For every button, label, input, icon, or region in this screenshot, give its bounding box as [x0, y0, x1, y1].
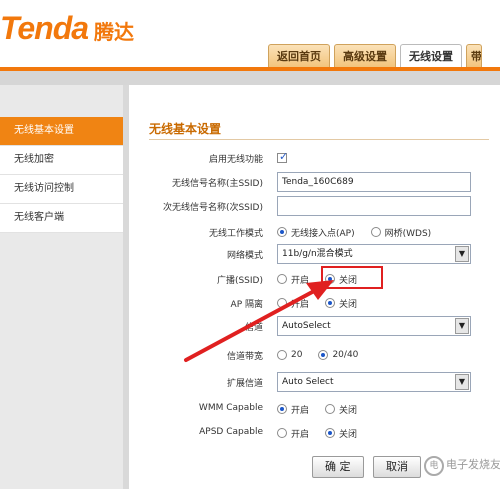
- work-mode-ap-radio[interactable]: [277, 227, 287, 237]
- channel-select[interactable]: AutoSelect ▼: [277, 316, 471, 336]
- row-network-mode: 网络模式 11b/g/n混合模式 ▼: [129, 243, 500, 265]
- highlight-box: [321, 266, 383, 289]
- ext-channel-select[interactable]: Auto Select ▼: [277, 372, 471, 392]
- bandwidth-label: 信道带宽: [226, 352, 263, 362]
- broadcast-label: 广播(SSID): [216, 276, 263, 286]
- row-ap-isolation: AP 隔离 开启 关闭: [129, 292, 500, 314]
- logo-text: Tenda: [0, 10, 89, 46]
- top-tabs: 返回首页 高级设置 无线设置 带: [268, 44, 482, 68]
- check-icon: ✓: [279, 150, 289, 163]
- ap-isolation-label: AP 隔离: [230, 300, 263, 310]
- tenda-logo: Tenda 腾达: [0, 10, 134, 46]
- wmm-label: WMM Capable: [198, 403, 263, 413]
- sidebar-item-basic[interactable]: 无线基本设置: [0, 117, 123, 146]
- ap-isolation-on-radio[interactable]: [277, 298, 287, 308]
- logo-cn-text: 腾达: [94, 20, 135, 44]
- apsd-off-radio[interactable]: [325, 428, 336, 438]
- row-ssid-primary: 无线信号名称(主SSID) Tenda_160C689: [129, 171, 500, 193]
- ssid-primary-input[interactable]: Tenda_160C689: [277, 172, 471, 192]
- ext-channel-label: 扩展信道: [226, 379, 263, 389]
- dropdown-arrow-icon[interactable]: ▼: [455, 246, 469, 262]
- cancel-button[interactable]: 取消: [373, 456, 421, 478]
- confirm-button[interactable]: 确 定: [312, 456, 364, 478]
- row-apsd: APSD Capable 开启 关闭: [129, 422, 500, 444]
- work-mode-label: 无线工作模式: [208, 229, 263, 239]
- tab-wireless[interactable]: 无线设置: [400, 44, 462, 68]
- header-gray-band: [0, 71, 500, 85]
- row-broadcast: 广播(SSID) 开启 关闭: [129, 268, 500, 290]
- channel-value: AutoSelect: [282, 321, 331, 331]
- dropdown-arrow-icon[interactable]: ▼: [455, 318, 469, 334]
- row-channel: 信道 AutoSelect ▼: [129, 315, 500, 337]
- watermark-logo: 电: [424, 456, 444, 476]
- ssid-primary-label: 无线信号名称(主SSID): [171, 179, 263, 189]
- sidebar-item-access-control[interactable]: 无线访问控制: [0, 175, 123, 204]
- row-wmm: WMM Capable 开启 关闭: [129, 398, 500, 420]
- wmm-on-radio[interactable]: [277, 404, 287, 414]
- bandwidth-20-label: 20: [291, 350, 303, 360]
- sidebar-item-clients[interactable]: 无线客户端: [0, 204, 123, 233]
- bandwidth-20-radio[interactable]: [277, 350, 287, 360]
- broadcast-on-label: 开启: [291, 275, 310, 286]
- wmm-on-label: 开启: [291, 405, 310, 416]
- sidebar-item-encryption[interactable]: 无线加密: [0, 146, 123, 175]
- ext-channel-value: Auto Select: [282, 377, 334, 387]
- enable-wireless-label: 启用无线功能: [208, 155, 263, 165]
- work-mode-wds-radio[interactable]: [370, 227, 381, 237]
- network-mode-value: 11b/g/n混合模式: [282, 249, 353, 259]
- row-bandwidth: 信道带宽 20 20/40: [129, 344, 500, 366]
- tab-bandwidth[interactable]: 带: [466, 44, 482, 68]
- row-ssid-secondary: 次无线信号名称(次SSID): [129, 195, 500, 217]
- ap-isolation-off-radio[interactable]: [325, 298, 336, 308]
- row-ext-channel: 扩展信道 Auto Select ▼: [129, 371, 500, 393]
- section-divider: [149, 139, 489, 140]
- work-mode-wds-label: 网桥(WDS): [384, 228, 432, 239]
- tab-advanced[interactable]: 高级设置: [334, 44, 396, 68]
- channel-label: 信道: [244, 323, 263, 333]
- tab-home[interactable]: 返回首页: [268, 44, 330, 68]
- dropdown-arrow-icon[interactable]: ▼: [455, 374, 469, 390]
- main-panel: 无线基本设置 启用无线功能 ✓ 无线信号名称(主SSID) Tenda_160C…: [129, 85, 500, 489]
- ap-isolation-on-label: 开启: [291, 299, 310, 310]
- row-enable-wireless: 启用无线功能 ✓: [129, 147, 500, 169]
- watermark: 电 电子发烧友: [424, 452, 500, 482]
- watermark-text: 电子发烧友: [446, 458, 500, 471]
- wmm-off-label: 关闭: [339, 405, 358, 416]
- work-mode-ap-label: 无线接入点(AP): [291, 228, 355, 239]
- apsd-off-label: 关闭: [339, 429, 358, 440]
- enable-wireless-checkbox[interactable]: ✓: [277, 150, 289, 163]
- sidebar: 无线基本设置 无线加密 无线访问控制 无线客户端: [0, 117, 123, 233]
- apsd-label: APSD Capable: [199, 427, 263, 437]
- network-mode-select[interactable]: 11b/g/n混合模式 ▼: [277, 244, 471, 264]
- section-title: 无线基本设置: [149, 122, 222, 136]
- row-work-mode: 无线工作模式 无线接入点(AP) 网桥(WDS): [129, 221, 500, 243]
- bandwidth-2040-label: 20/40: [332, 350, 359, 360]
- ssid-secondary-input[interactable]: [277, 196, 471, 216]
- bandwidth-2040-radio[interactable]: [318, 350, 329, 360]
- network-mode-label: 网络模式: [226, 251, 263, 261]
- ap-isolation-off-label: 关闭: [339, 299, 358, 310]
- header: Tenda 腾达 返回首页 高级设置 无线设置 带: [0, 0, 500, 72]
- broadcast-on-radio[interactable]: [277, 274, 287, 284]
- ssid-secondary-label: 次无线信号名称(次SSID): [162, 203, 263, 213]
- wmm-off-radio[interactable]: [325, 404, 336, 414]
- apsd-on-radio[interactable]: [277, 428, 287, 438]
- apsd-on-label: 开启: [291, 429, 310, 440]
